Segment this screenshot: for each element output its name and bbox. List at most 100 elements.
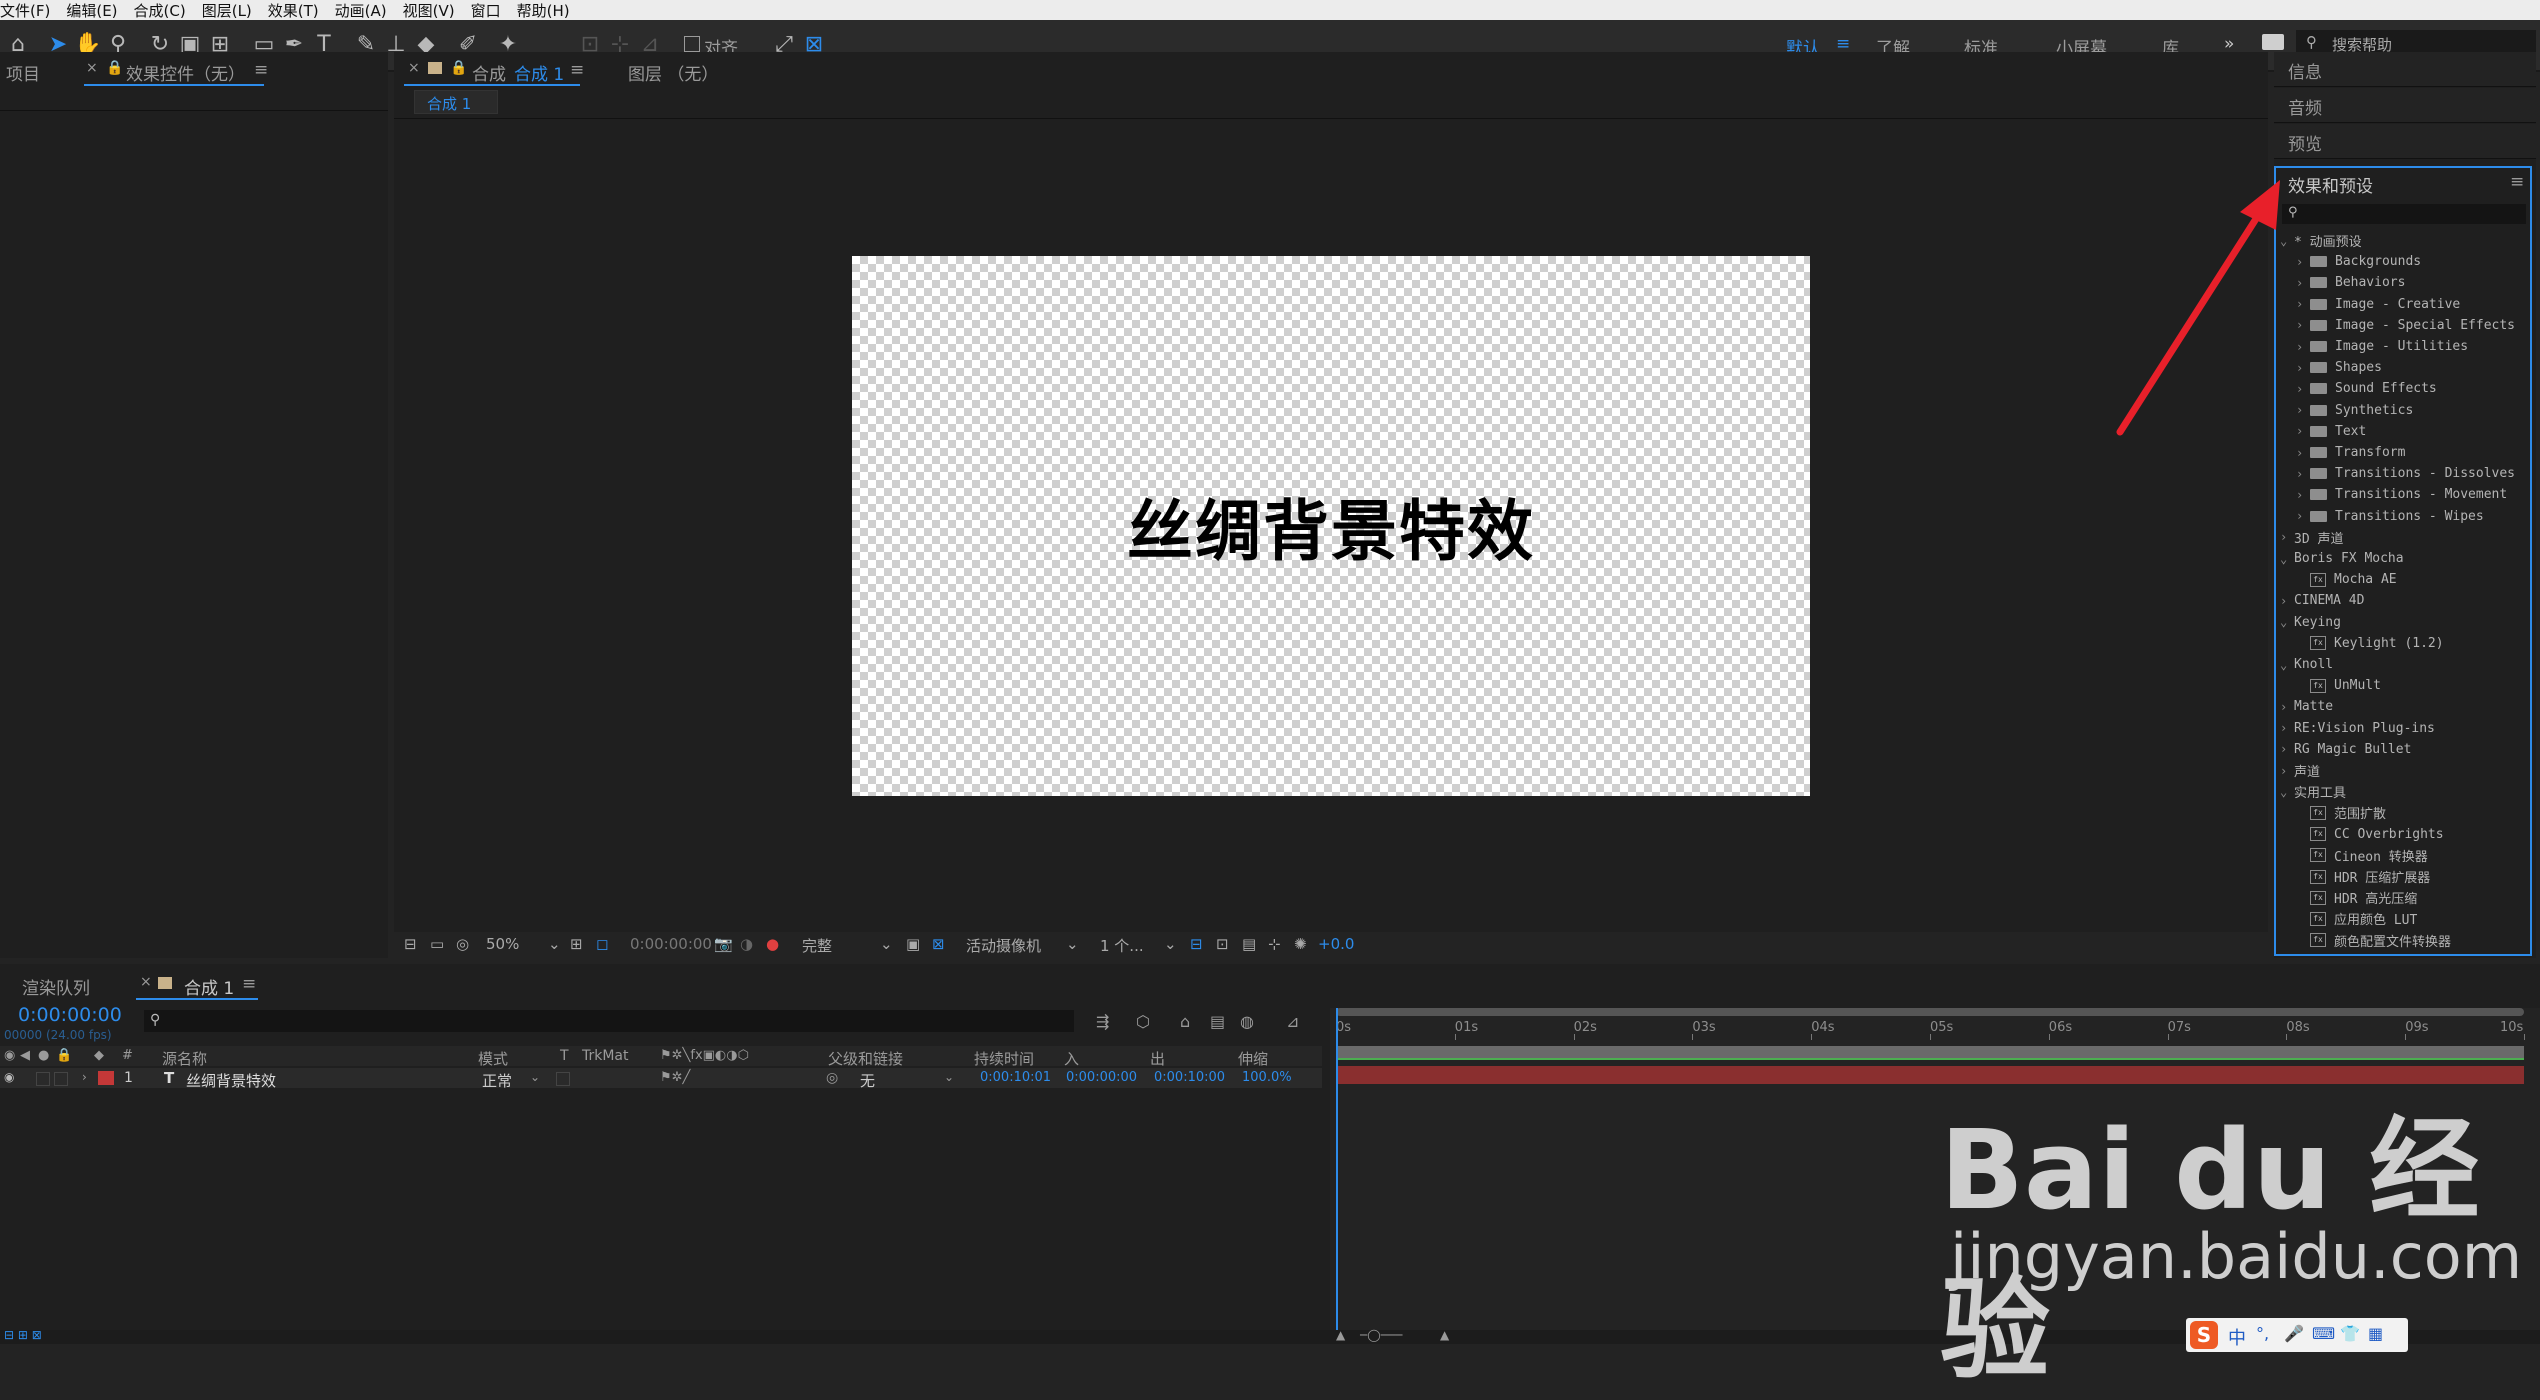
chevron-right-icon[interactable]: › xyxy=(2296,467,2310,481)
tree-folder-item[interactable]: › 3D 声道 xyxy=(2280,527,2343,548)
zoom-slider[interactable]: ─◯─── xyxy=(1360,1328,1402,1342)
show-snapshot-icon[interactable]: ◑ xyxy=(740,935,753,953)
panel-menu-icon[interactable]: ≡ xyxy=(570,60,584,80)
views-dropdown[interactable]: 1 个... xyxy=(1100,935,1144,956)
tab-composition-label[interactable]: 合成 xyxy=(472,60,506,85)
tree-effect-item[interactable]: fx 应用颜色 LUT xyxy=(2280,908,2417,929)
tree-folder-item[interactable]: › Transitions - Movement xyxy=(2280,484,2507,505)
tree-effect-item[interactable]: fx HDR 压缩扩展器 xyxy=(2280,866,2430,887)
close-icon[interactable]: × xyxy=(140,974,152,990)
timeline-icon[interactable]: ▤ xyxy=(1242,935,1256,953)
snapshot-icon[interactable]: 📷 xyxy=(714,935,733,953)
menu-composition[interactable]: 合成(C) xyxy=(134,0,186,21)
tree-folder-item[interactable]: ⌄ 实用工具 xyxy=(2280,781,2346,802)
chevron-right-icon[interactable]: › xyxy=(2280,764,2294,778)
close-icon[interactable]: × xyxy=(86,60,98,76)
chevron-down-icon[interactable]: ⌄ xyxy=(2280,785,2294,799)
always-preview-icon[interactable]: ⊟ xyxy=(404,935,417,953)
tree-effect-item[interactable]: fx UnMult xyxy=(2280,675,2381,696)
parent-dropdown[interactable]: 无 xyxy=(860,1070,875,1091)
chevron-right-icon[interactable]: › xyxy=(2296,488,2310,502)
tree-effect-item[interactable]: fx 范围扩散 xyxy=(2280,802,2386,823)
menu-layer[interactable]: 图层(L) xyxy=(202,0,252,21)
workspace-menu-icon[interactable]: ≡ xyxy=(1836,34,1850,54)
tree-folder-item[interactable]: ⌄ Knoll xyxy=(2280,654,2333,675)
table-row[interactable]: ◉ › 1 T 丝绸背景特效 正常 ⌄ ⚑✲╱ ◎ 无 ⌄ 0:00:10:01… xyxy=(0,1068,1322,1091)
menu-effect[interactable]: 效果(T) xyxy=(268,0,319,21)
col-trkmat[interactable]: TrkMat xyxy=(582,1048,629,1064)
chevron-down-icon[interactable]: ⌄ xyxy=(2280,615,2294,629)
close-icon[interactable]: × xyxy=(408,60,420,76)
tree-folder-item[interactable]: ⌄ Keying xyxy=(2280,612,2341,633)
chevron-down-icon[interactable]: ⌄ xyxy=(1164,935,1177,953)
region-of-interest-icon[interactable]: ▣ xyxy=(906,935,920,953)
tree-folder-item[interactable]: › Image - Creative xyxy=(2280,294,2460,315)
menu-help[interactable]: 帮助(H) xyxy=(517,0,570,21)
expand-icon[interactable]: ⊟ ⊞ ⊠ xyxy=(4,1328,42,1342)
tree-folder-item[interactable]: › Matte xyxy=(2280,696,2333,717)
audio-panel-header[interactable]: 音频 xyxy=(2274,88,2536,123)
col-parent[interactable]: 父级和链接 xyxy=(828,1048,903,1069)
chevron-right-icon[interactable]: › xyxy=(2280,742,2294,756)
tree-folder-item[interactable]: ⌄ Boris FX Mocha xyxy=(2280,548,2404,569)
col-source-name[interactable]: 源名称 xyxy=(162,1048,207,1069)
composition-canvas[interactable]: 丝绸背景特效 xyxy=(852,256,1810,796)
zoom-in-icon[interactable]: ▲ xyxy=(1440,1328,1449,1342)
switches-icon[interactable]: ⚑✲╱ xyxy=(660,1070,690,1085)
solo-icon[interactable]: ● xyxy=(38,1048,49,1063)
chevron-down-icon[interactable]: ⌄ xyxy=(880,935,893,953)
tree-folder-item[interactable]: › 声道 xyxy=(2280,760,2320,781)
menu-animation[interactable]: 动画(A) xyxy=(335,0,387,21)
layer-name[interactable]: 丝绸背景特效 xyxy=(186,1070,276,1091)
tab-project[interactable]: 项目 xyxy=(6,60,40,85)
safe-zones-icon[interactable]: ◻ xyxy=(596,935,608,953)
layer-stretch[interactable]: 100.0% xyxy=(1242,1070,1292,1085)
monitor-icon[interactable]: ▭ xyxy=(430,935,444,953)
breadcrumb[interactable]: 合成 1 xyxy=(414,90,498,114)
pickwhip-icon[interactable]: ◎ xyxy=(826,1070,838,1086)
tab-layer[interactable]: 图层 （无） xyxy=(628,60,718,85)
ime-mode[interactable]: 中 xyxy=(2228,1324,2246,1350)
col-out[interactable]: 出 xyxy=(1150,1048,1165,1069)
chevron-right-icon[interactable]: › xyxy=(82,1070,87,1084)
tree-effect-item[interactable]: fx Keylight (1.2) xyxy=(2280,633,2444,654)
col-mode[interactable]: 模式 xyxy=(478,1048,508,1069)
menu-view[interactable]: 视图(V) xyxy=(403,0,455,21)
chevron-down-icon[interactable]: ⌄ xyxy=(2280,552,2294,566)
align-checkbox[interactable] xyxy=(684,36,700,52)
canvas-text-layer[interactable]: 丝绸背景特效 xyxy=(1127,478,1535,574)
tree-folder-item[interactable]: › Sound Effects xyxy=(2280,378,2437,399)
menu-window[interactable]: 窗口 xyxy=(471,0,501,21)
preserve-transparency-toggle[interactable] xyxy=(556,1072,570,1086)
zoom-dropdown[interactable]: 50% xyxy=(486,935,519,953)
col-t[interactable]: T xyxy=(560,1048,569,1064)
label-icon[interactable]: ◆ xyxy=(94,1048,104,1063)
playhead[interactable] xyxy=(1336,1008,1338,1344)
panel-menu-icon[interactable]: ≡ xyxy=(2510,172,2524,192)
tree-effect-item[interactable]: fx Cineon 转换器 xyxy=(2280,845,2428,866)
exposure-value[interactable]: +0.0 xyxy=(1318,935,1354,953)
panel-menu-icon[interactable]: ≡ xyxy=(254,60,268,80)
punctuation-icon[interactable]: °, xyxy=(2256,1324,2269,1343)
tree-effect-item[interactable]: fx 颜色配置文件转换器 xyxy=(2280,930,2451,951)
chevron-right-icon[interactable]: › xyxy=(2280,530,2294,544)
info-panel-header[interactable]: 信息 xyxy=(2274,52,2536,87)
visibility-icon[interactable]: ◉ xyxy=(4,1048,15,1063)
tree-effect-item[interactable]: fx CC Overbrights xyxy=(2280,824,2444,845)
menu-edit[interactable]: 编辑(E) xyxy=(66,0,117,21)
chevron-down-icon[interactable]: ⌄ xyxy=(548,935,561,953)
channel-icon[interactable]: ● xyxy=(766,935,779,953)
camera-dropdown[interactable]: 活动摄像机 xyxy=(966,935,1041,956)
chevron-right-icon[interactable]: › xyxy=(2280,594,2294,608)
layer-duration[interactable]: 0:00:10:01 xyxy=(980,1070,1051,1085)
chevron-down-icon[interactable]: ⌄ xyxy=(530,1070,540,1084)
effects-search-input[interactable]: ⚲ xyxy=(2282,204,2526,224)
tree-effect-item[interactable]: fx Mocha AE xyxy=(2280,569,2397,590)
timeline-search-input[interactable]: ⚲ xyxy=(144,1010,1074,1032)
toolbox-icon[interactable]: ▦ xyxy=(2368,1324,2383,1343)
tree-folder-item[interactable]: › Transitions - Dissolves xyxy=(2280,463,2515,484)
menu-file[interactable]: 文件(F) xyxy=(0,0,50,21)
frame-blending-icon[interactable]: ▤ xyxy=(1210,1012,1225,1031)
current-time[interactable]: 0:00:00:00 xyxy=(630,935,712,953)
audio-icon[interactable]: ◀ xyxy=(20,1048,30,1063)
